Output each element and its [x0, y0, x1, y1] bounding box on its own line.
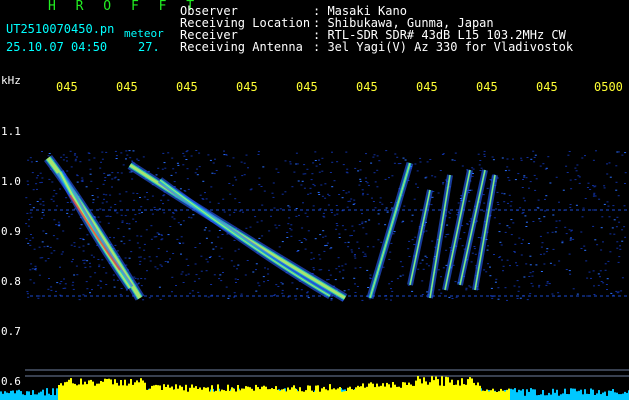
time-tick: 045: [296, 80, 318, 94]
datetime-label: 25.10.07 04:50: [6, 40, 108, 54]
meteor-trace: [69, 194, 121, 271]
freq-tick: 1.0: [1, 175, 21, 188]
time-tick: 045: [56, 80, 78, 94]
time-tick: 045: [476, 80, 498, 94]
freq-tick: 1.1: [1, 125, 21, 138]
y-axis-unit: kHz: [1, 74, 21, 87]
freq-tick: 0.7: [1, 325, 21, 338]
time-tick: 045: [116, 80, 138, 94]
mode-label: meteor: [124, 27, 164, 40]
time-tick: 045: [236, 80, 258, 94]
time-tick: 045: [416, 80, 438, 94]
count-label: 27.: [138, 40, 160, 54]
freq-tick: 0.9: [1, 225, 21, 238]
time-tick: 045: [356, 80, 378, 94]
noise-band: [25, 150, 627, 301]
time-tick: 0500: [594, 80, 623, 94]
freq-tick: 0.8: [1, 275, 21, 288]
level-bars: [58, 376, 510, 400]
file-name: UT2510070450.pn: [6, 22, 115, 36]
meteor-trace: [369, 162, 411, 299]
time-tick: 045: [536, 80, 558, 94]
field-label-antenna: Receiving Antenna: [180, 40, 303, 54]
app-title: H R O F F T: [48, 0, 201, 14]
time-tick: 045: [176, 80, 198, 94]
freq-tick: 0.6: [1, 375, 21, 388]
meteor-trace: [409, 189, 431, 286]
spectrogram-canvas: [0, 150, 629, 400]
field-value-antenna: : 3el Yagi(V) Az 330 for Vladivostok: [313, 40, 574, 54]
